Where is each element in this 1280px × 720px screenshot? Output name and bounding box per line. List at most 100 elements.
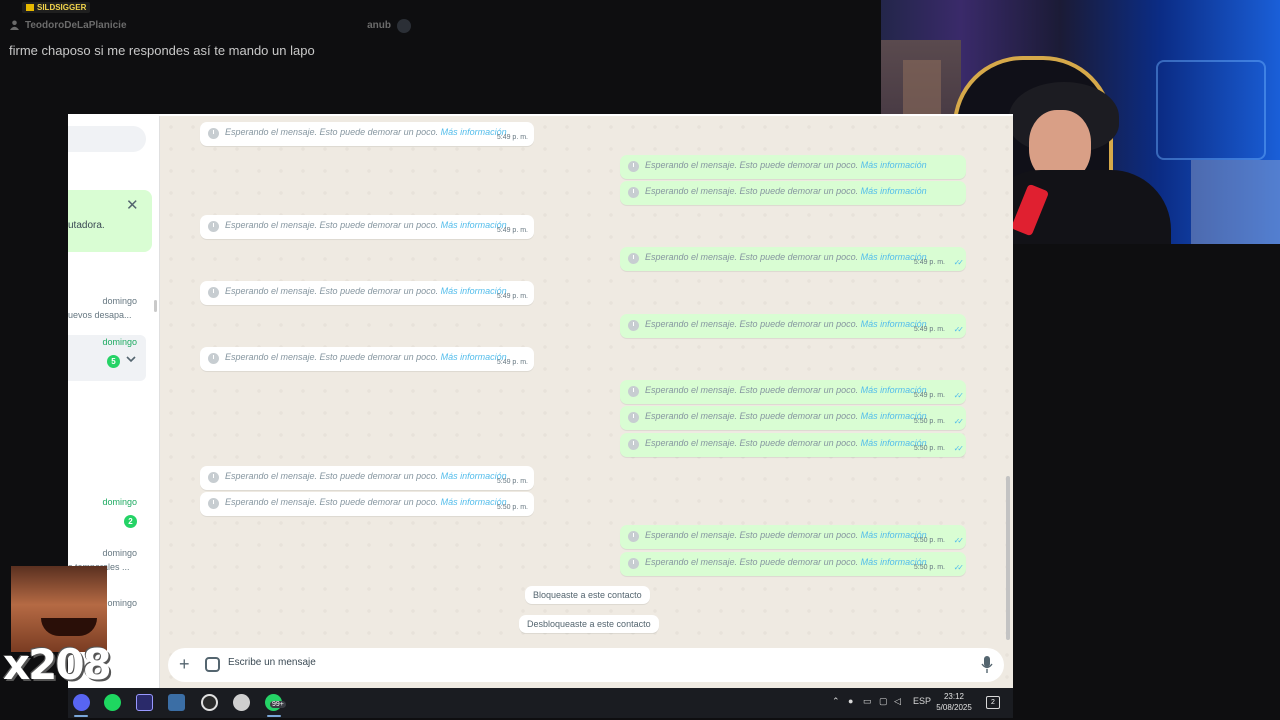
notice-banner: ✕ utadora. (68, 190, 152, 252)
webcam-drums (1156, 60, 1266, 160)
outgoing-message[interactable]: Esperando el mensaje. Esto puede demorar… (620, 247, 966, 271)
waiting-text: Esperando el mensaje. Esto puede demorar… (645, 530, 861, 540)
message-text: Esperando el mensaje. Esto puede demorar… (225, 286, 507, 296)
message-text: Esperando el mensaje. Esto puede demorar… (645, 530, 927, 540)
obs-icon[interactable] (201, 694, 218, 711)
chat-item-day: domingo (102, 337, 137, 347)
waiting-text: Esperando el mensaje. Esto puede demorar… (225, 286, 441, 296)
spotify-icon[interactable] (104, 694, 121, 711)
message-time: 5:50 p. m. (496, 478, 528, 485)
chat-user-row: TeodoroDeLaPlanicie anub (8, 19, 413, 33)
message-time: 5:49 p. m. (496, 293, 528, 300)
microphone-tray-icon[interactable]: ● (848, 696, 853, 706)
search-input[interactable] (68, 126, 146, 152)
message-text: Esperando el mensaje. Esto puede demorar… (225, 471, 507, 481)
volume-icon[interactable]: ◁ (894, 696, 901, 707)
outgoing-message[interactable]: Esperando el mensaje. Esto puede demorar… (620, 525, 966, 549)
incoming-message[interactable]: Esperando el mensaje. Esto puede demorar… (200, 466, 534, 490)
waiting-text: Esperando el mensaje. Esto puede demorar… (225, 471, 441, 481)
outgoing-message[interactable]: Esperando el mensaje. Esto puede demorar… (620, 181, 966, 205)
calculator-icon[interactable] (168, 694, 185, 711)
waiting-text: Esperando el mensaje. Esto puede demorar… (645, 252, 861, 262)
outgoing-message[interactable]: Esperando el mensaje. Esto puede demorar… (620, 380, 966, 404)
clock[interactable]: 23:12 5/08/2025 (934, 691, 974, 713)
chat-list-item[interactable]: domingo 2 (68, 495, 146, 535)
close-icon[interactable]: ✕ (126, 196, 139, 214)
stream-chat-overlay: SILDSIGGER TeodoroDeLaPlanicie anub firm… (0, 0, 880, 112)
active-indicator (74, 715, 88, 717)
chatgpt-icon[interactable] (233, 694, 250, 711)
clock-icon (628, 187, 639, 198)
network-icon[interactable]: ▢ (879, 696, 888, 707)
webcam-bed (1191, 160, 1280, 244)
microphone-icon[interactable] (981, 656, 993, 673)
clock-date: 5/08/2025 (936, 703, 972, 712)
chat-item-day: domingo (102, 296, 137, 306)
outgoing-message[interactable]: Esperando el mensaje. Esto puede demorar… (620, 155, 966, 179)
read-receipt-icon: ✓✓ (953, 325, 965, 334)
message-time: 5:50 p. m. (496, 504, 528, 511)
badge-label: SILDSIGGER (37, 3, 87, 12)
waiting-text: Esperando el mensaje. Esto puede demorar… (645, 385, 861, 395)
incoming-message[interactable]: Esperando el mensaje. Esto puede demorar… (200, 492, 534, 516)
sidebar-scrollbar[interactable] (154, 300, 157, 312)
system-message: Bloqueaste a este contacto (525, 586, 650, 604)
outgoing-message[interactable]: Esperando el mensaje. Esto puede demorar… (620, 406, 966, 430)
message-time: 5:49 p. m. (496, 134, 528, 141)
sub-badge: SILDSIGGER (22, 2, 91, 13)
outgoing-message[interactable]: Esperando el mensaje. Esto puede demorar… (620, 552, 966, 576)
incoming-message[interactable]: Esperando el mensaje. Esto puede demorar… (200, 215, 534, 239)
message-text: Esperando el mensaje. Esto puede demorar… (225, 352, 507, 362)
whatsapp-unread-badge: 99+ (270, 701, 286, 708)
message-time: 5:50 p. m. (913, 418, 945, 425)
chat-scrollbar[interactable] (1006, 476, 1010, 640)
sticker-icon[interactable] (205, 657, 220, 672)
waiting-text: Esperando el mensaje. Esto puede demorar… (225, 497, 441, 507)
message-text: Esperando el mensaje. Esto puede demorar… (645, 411, 927, 421)
incoming-message[interactable]: Esperando el mensaje. Esto puede demorar… (200, 122, 534, 146)
notice-text: utadora. (68, 220, 105, 231)
more-info-link[interactable]: Más información (861, 186, 927, 196)
display-icon[interactable]: ▭ (863, 696, 872, 707)
waiting-text: Esperando el mensaje. Esto puede demorar… (225, 220, 441, 230)
chat-item-day: domingo (102, 548, 137, 558)
message-text: Esperando el mensaje. Esto puede demorar… (645, 319, 927, 329)
chat-message: firme chaposo si me respondes así te man… (9, 43, 315, 58)
message-time: 5:50 p. m. (913, 537, 945, 544)
incoming-message[interactable]: Esperando el mensaje. Esto puede demorar… (200, 281, 534, 305)
message-time: 5:50 p. m. (913, 445, 945, 452)
badge-icon (26, 4, 34, 11)
waiting-text: Esperando el mensaje. Esto puede demorar… (645, 160, 861, 170)
premiere-icon[interactable] (136, 694, 153, 711)
clock-time: 23:12 (943, 692, 965, 701)
clock-icon (628, 412, 639, 423)
language-indicator[interactable]: ESP (913, 696, 931, 706)
incoming-message[interactable]: Esperando el mensaje. Esto puede demorar… (200, 347, 534, 371)
chat-item-day: domingo (102, 497, 137, 507)
notification-center-icon[interactable]: 2 (986, 696, 1000, 709)
chat-item-snippet: uevos desapa... (68, 310, 132, 320)
outgoing-message[interactable]: Esperando el mensaje. Esto puede demorar… (620, 314, 966, 338)
more-info-link[interactable]: Más información (861, 160, 927, 170)
outgoing-message[interactable]: Esperando el mensaje. Esto puede demorar… (620, 433, 966, 457)
clock-icon (208, 287, 219, 298)
chat-list-item[interactable]: domingo 5 (68, 335, 146, 381)
chevron-up-icon[interactable]: ⌃ (832, 696, 840, 707)
message-time: 5:49 p. m. (913, 392, 945, 399)
unread-badge: 2 (124, 515, 137, 528)
discord-icon[interactable] (73, 694, 90, 711)
chat-list-item[interactable]: domingo uevos desapa... (68, 294, 146, 334)
clock-icon (208, 472, 219, 483)
chevron-down-icon[interactable] (125, 353, 137, 365)
emote-combo-count: x208 (3, 640, 112, 689)
unread-badge: 5 (107, 355, 120, 368)
chat-other-username: anub (367, 20, 391, 31)
message-input[interactable]: Escribe un mensaje (228, 657, 316, 668)
emote-mouth (41, 618, 97, 636)
message-time: 5:49 p. m. (913, 326, 945, 333)
message-text: Esperando el mensaje. Esto puede demorar… (225, 497, 507, 507)
waiting-text: Esperando el mensaje. Esto puede demorar… (225, 352, 441, 362)
plus-icon[interactable]: + (179, 654, 190, 674)
emote-overlay: x208 (0, 564, 116, 689)
conversation-panel: Esperando el mensaje. Esto puede demorar… (160, 116, 1013, 690)
